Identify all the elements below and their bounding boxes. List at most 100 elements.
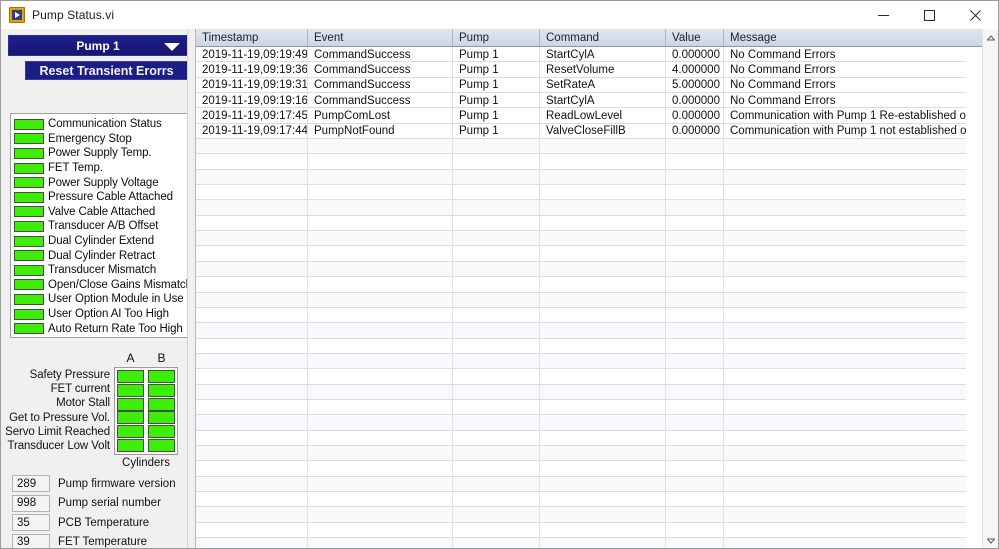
table-cell [666, 507, 724, 523]
table-cell [724, 262, 966, 277]
pump-selector-dropdown[interactable]: Pump 1 [8, 35, 188, 56]
table-row[interactable]: 2019-11-19,09:17:44 PumpNotFound Pump 1 Val… [196, 123, 966, 140]
table-row[interactable]: 2019-11-19,09:19:16 CommandSuccess Pump 1S… [196, 93, 966, 109]
maximize-button[interactable] [906, 1, 952, 29]
status-led-label: Auto Return Rate Too High [48, 322, 183, 335]
table-cell [308, 323, 453, 339]
table-column-header[interactable]: Command [540, 29, 666, 47]
table-cell [453, 461, 540, 477]
table-cell [196, 522, 308, 538]
table-row-empty[interactable] [196, 246, 966, 262]
table-row-empty[interactable] [196, 445, 966, 462]
scrollbar-track[interactable] [983, 46, 998, 532]
table-row-empty[interactable] [196, 461, 966, 477]
table-row-empty[interactable] [196, 292, 966, 308]
table-row-empty[interactable] [196, 323, 966, 339]
table-row-empty[interactable] [196, 169, 966, 186]
table-row-empty[interactable] [196, 185, 966, 201]
table-row-empty[interactable] [196, 307, 966, 324]
table-row-empty[interactable] [196, 261, 966, 278]
reset-transient-errors-button[interactable]: Reset Transient Erorrs [25, 61, 188, 80]
table-column-header[interactable]: Timestamp [196, 29, 308, 47]
table-column-header[interactable]: Value [666, 29, 724, 47]
table-row-empty[interactable] [196, 353, 966, 370]
table-cell [724, 170, 966, 185]
cylinder-led-indicator [117, 425, 144, 439]
table-row-empty[interactable] [196, 430, 966, 446]
table-row-empty[interactable] [196, 399, 966, 416]
table-row-empty[interactable] [196, 538, 966, 548]
vertical-scrollbar[interactable] [982, 29, 998, 548]
table-cell: Pump 1 [453, 108, 540, 124]
table-cell [666, 338, 724, 354]
table-row-empty[interactable] [196, 384, 966, 400]
table-row-empty[interactable] [196, 476, 966, 492]
table-cell [540, 338, 666, 354]
table-cell [540, 461, 666, 477]
table-cell [540, 430, 666, 446]
table-cell [308, 215, 453, 232]
cylinder-row-label: Servo Limit Reached [5, 425, 110, 438]
table-cell [724, 323, 966, 338]
table-cell [196, 277, 308, 293]
table-row-empty[interactable] [196, 200, 966, 216]
window-title: Pump Status.vi [32, 8, 115, 22]
table-cell [196, 507, 308, 523]
table-cell [196, 384, 308, 400]
table-column-header[interactable]: Event [308, 29, 453, 47]
cylinder-row-label: Safety Pressure [29, 369, 110, 381]
panel-splitter[interactable] [187, 29, 196, 548]
table-cell [666, 200, 724, 216]
minimize-button[interactable] [860, 1, 906, 29]
table-cell: CommandSuccess [308, 93, 453, 109]
table-row[interactable]: 2019-11-19,09:19:31 CommandSuccess Pump 1S… [196, 77, 966, 94]
table-column-header[interactable]: Message [724, 29, 966, 47]
table-row[interactable]: 2019-11-19,09:19:49 CommandSuccess Pump 1S… [196, 47, 966, 63]
table-cell [453, 399, 540, 416]
close-button[interactable] [952, 1, 998, 29]
table-row-empty[interactable] [196, 491, 966, 508]
table-cell [308, 338, 453, 354]
status-led-label: Power Supply Voltage [48, 176, 159, 189]
scroll-up-arrow-icon[interactable] [983, 29, 998, 46]
table-row-empty[interactable] [196, 415, 966, 431]
status-led-indicator [14, 264, 44, 276]
status-led-label: User Option Module in Use [48, 293, 184, 306]
table-cell: 4.000000 [666, 62, 724, 78]
table-cell [724, 200, 966, 215]
table-cell [196, 185, 308, 201]
pump-selector-value: Pump 1 [76, 38, 120, 53]
table-cell [540, 491, 666, 508]
table-cell [666, 277, 724, 293]
table-row[interactable]: 2019-11-19,09:19:36 CommandSuccess Pump 1R… [196, 62, 966, 78]
table-row-empty[interactable] [196, 231, 966, 247]
table-cell [196, 231, 308, 247]
table-cell [540, 307, 666, 324]
table-cell [540, 323, 666, 339]
table-row-empty[interactable] [196, 154, 966, 170]
table-row-empty[interactable] [196, 507, 966, 523]
table-row-empty[interactable] [196, 215, 966, 232]
table-cell [308, 476, 453, 492]
table-row-empty[interactable] [196, 522, 966, 538]
table-row[interactable]: 2019-11-19,09:17:45 PumpComLost Pump 1 Read… [196, 108, 966, 124]
status-led-row: User Option AI Too High [14, 307, 187, 322]
table-row-empty[interactable] [196, 369, 966, 385]
table-cell [666, 231, 724, 247]
table-cell [666, 169, 724, 186]
table-cell [453, 154, 540, 170]
table-cell [196, 445, 308, 462]
table-cell [540, 154, 666, 170]
scroll-down-arrow-icon[interactable] [983, 532, 998, 548]
table-cell [724, 446, 966, 461]
title-bar: Pump Status.vi [1, 1, 998, 30]
table-column-header[interactable]: Pump [453, 29, 540, 47]
table-cell [540, 522, 666, 538]
status-led-label: Dual Cylinder Retract [48, 249, 156, 262]
table-row-empty[interactable] [196, 338, 966, 354]
table-cell [724, 354, 966, 369]
table-cell [666, 522, 724, 538]
table-cell [666, 323, 724, 339]
table-row-empty[interactable] [196, 277, 966, 293]
table-row-empty[interactable] [196, 139, 966, 155]
